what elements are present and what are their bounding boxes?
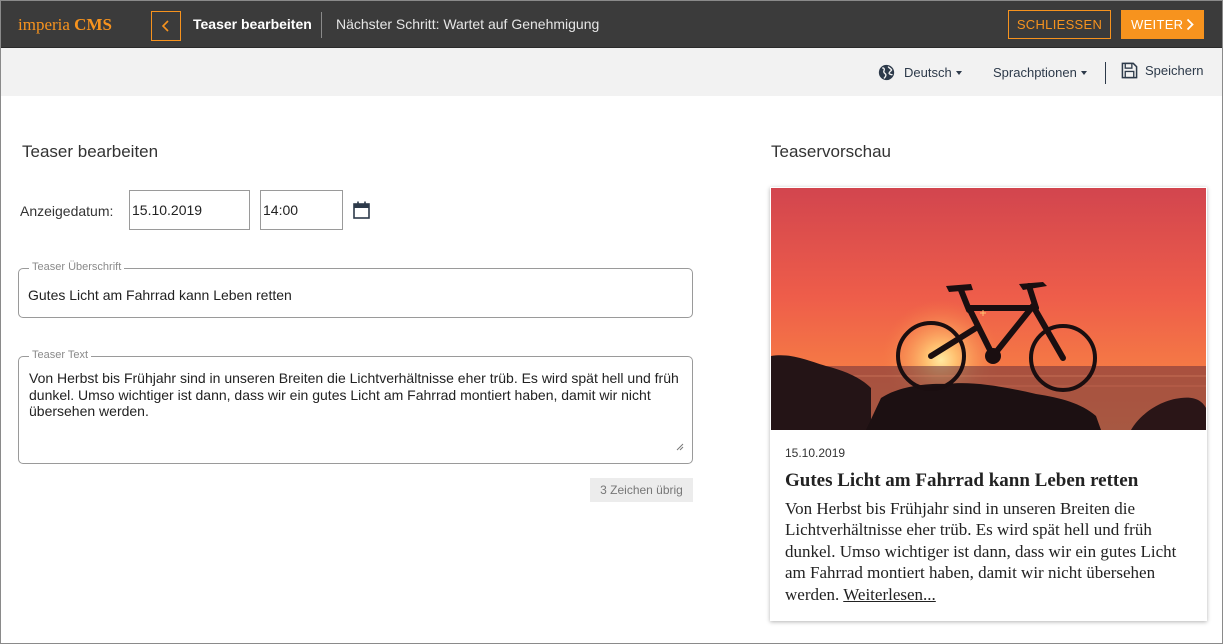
preview-text: Von Herbst bis Frühjahr sind in unseren … [785,498,1195,605]
next-button[interactable]: WEITER [1121,10,1204,39]
read-more-link[interactable]: Weiterlesen... [843,585,936,604]
chevron-left-icon [161,20,169,32]
editor-title: Teaser bearbeiten [22,142,159,161]
page-title: Teaser bearbeiten [193,16,312,32]
globe-icon [878,64,895,80]
teaser-heading-input[interactable]: Gutes Licht am Fahrrad kann Leben retten [28,287,292,303]
date-input[interactable]: 15.10.2019 [129,190,250,230]
language-options-label: Sprachptionen [993,64,1077,80]
logo-text-bold: CMS [74,15,112,34]
header-divider [321,12,322,38]
language-dropdown[interactable]: Deutsch [878,48,962,96]
teaser-heading-legend: Teaser Überschrift [29,261,125,273]
language-label: Deutsch [904,64,952,80]
next-step-status: Nächster Schritt: Wartet auf Genehmigung [336,16,600,32]
next-button-label: WEITER [1131,17,1184,32]
save-icon [1121,62,1138,78]
top-bar: imperia CMS Teaser bearbeiten Nächster S… [0,0,1223,48]
preview-title: Teaservorschau [771,142,892,161]
preview-date: 15.10.2019 [785,446,846,460]
caret-down-icon [955,71,962,75]
preview-heading: Gutes Licht am Fahrrad kann Leben retten [785,470,1139,491]
resize-grip-icon[interactable] [676,443,684,451]
app-logo[interactable]: imperia CMS [18,15,112,35]
teaser-text-field[interactable]: Teaser Text Von Herbst bis Frühjahr sind… [18,349,693,464]
chevron-right-icon [1186,18,1194,31]
display-date-label: Anzeigedatum: [20,203,114,219]
teaser-heading-field[interactable]: Teaser Überschrift Gutes Licht am Fahrra… [18,261,693,318]
toolbar-divider [1105,62,1106,84]
teaser-preview-card: 15.10.2019 Gutes Licht am Fahrrad kann L… [770,187,1207,621]
characters-left-badge: 3 Zeichen übrig [590,478,693,502]
time-input[interactable]: 14:00 [260,190,343,230]
save-label: Speichern [1145,62,1204,78]
logo-text-light: imperia [18,15,70,34]
back-button[interactable] [151,11,181,41]
save-button[interactable]: Speichern [1121,46,1204,94]
toolbar: Deutsch Sprachptionen Speichern [1,48,1222,96]
teaser-preview-image [771,188,1206,430]
teaser-text-legend: Teaser Text [29,349,92,361]
language-options-dropdown[interactable]: Sprachptionen [993,48,1087,96]
caret-down-icon [1080,71,1087,75]
teaser-text-textarea[interactable]: Von Herbst bis Frühjahr sind in unseren … [29,370,684,420]
calendar-icon[interactable] [353,201,370,219]
close-button[interactable]: SCHLIESSEN [1008,10,1111,39]
